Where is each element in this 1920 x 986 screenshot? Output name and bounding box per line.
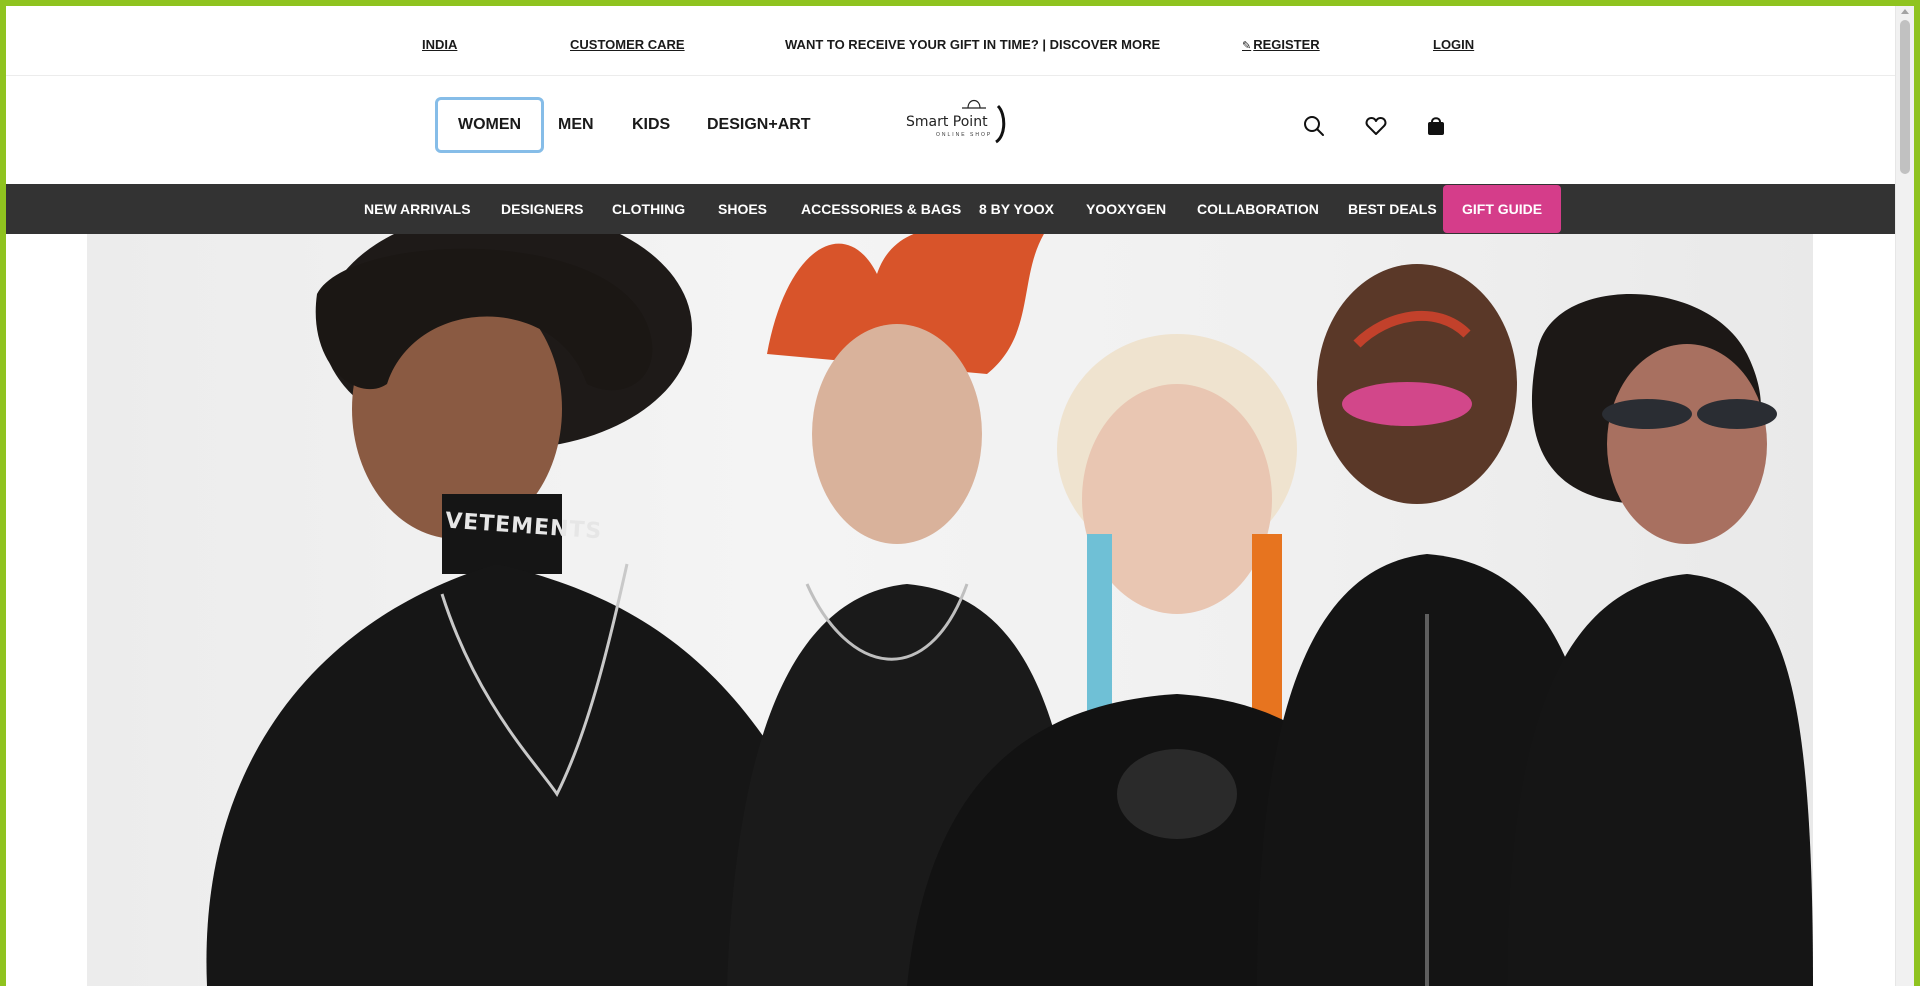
hero-models-illustration: [206, 234, 1813, 986]
heart-icon[interactable]: [1364, 114, 1388, 138]
promo-banner[interactable]: WANT TO RECEIVE YOUR GIFT IN TIME? | DIS…: [785, 37, 1160, 52]
logo-name: Smart Point: [906, 114, 988, 130]
browser-viewport: INDIA CUSTOMER CARE WANT TO RECEIVE YOUR…: [6, 6, 1914, 986]
country-link[interactable]: INDIA: [422, 37, 457, 52]
search-icon[interactable]: [1302, 114, 1326, 138]
page: INDIA CUSTOMER CARE WANT TO RECEIVE YOUR…: [6, 6, 1895, 986]
nav-collaboration[interactable]: COLLABORATION: [1197, 184, 1319, 234]
gender-tab-design-art[interactable]: DESIGN+ART: [707, 97, 811, 153]
vertical-scrollbar[interactable]: [1895, 6, 1914, 986]
pencil-icon: ✎: [1242, 40, 1252, 52]
hero-banner-image[interactable]: VETEMENTS: [87, 234, 1813, 986]
bag-icon[interactable]: [1424, 114, 1448, 138]
nav-best-deals[interactable]: BEST DEALS: [1348, 184, 1437, 234]
scrollbar-thumb[interactable]: [1900, 20, 1910, 174]
register-link[interactable]: ✎ REGISTER: [1242, 37, 1320, 52]
register-label: REGISTER: [1253, 37, 1320, 52]
nav-yooxygen[interactable]: YOOXYGEN: [1086, 184, 1166, 234]
nav-new-arrivals[interactable]: NEW ARRIVALS: [364, 184, 471, 234]
utility-bar: INDIA CUSTOMER CARE WANT TO RECEIVE YOUR…: [6, 6, 1895, 76]
nav-8-by-yoox[interactable]: 8 BY YOOX: [979, 184, 1054, 234]
gender-tab-men[interactable]: MEN: [558, 97, 594, 153]
logo-tagline: ONLINE SHOP: [936, 132, 993, 138]
nav-gift-guide[interactable]: GIFT GUIDE: [1443, 185, 1562, 233]
gender-tab-women[interactable]: WOMEN: [435, 97, 545, 153]
login-link[interactable]: LOGIN: [1433, 37, 1474, 52]
gender-tab-kids[interactable]: KIDS: [632, 97, 670, 153]
nav-accessories-bags[interactable]: ACCESSORIES & BAGS: [801, 184, 961, 234]
scroll-up-arrow-icon[interactable]: [1901, 9, 1909, 14]
nav-clothing[interactable]: CLOTHING: [612, 184, 685, 234]
customer-care-link[interactable]: CUSTOMER CARE: [570, 37, 685, 52]
main-header: WOMEN MEN KIDS DESIGN+ART Smart Point ON…: [6, 76, 1895, 184]
nav-shoes[interactable]: SHOES: [718, 184, 767, 234]
nav-designers[interactable]: DESIGNERS: [501, 184, 583, 234]
site-logo[interactable]: Smart Point ONLINE SHOP: [906, 90, 1016, 150]
category-nav: NEW ARRIVALS DESIGNERS CLOTHING SHOES AC…: [6, 184, 1895, 234]
